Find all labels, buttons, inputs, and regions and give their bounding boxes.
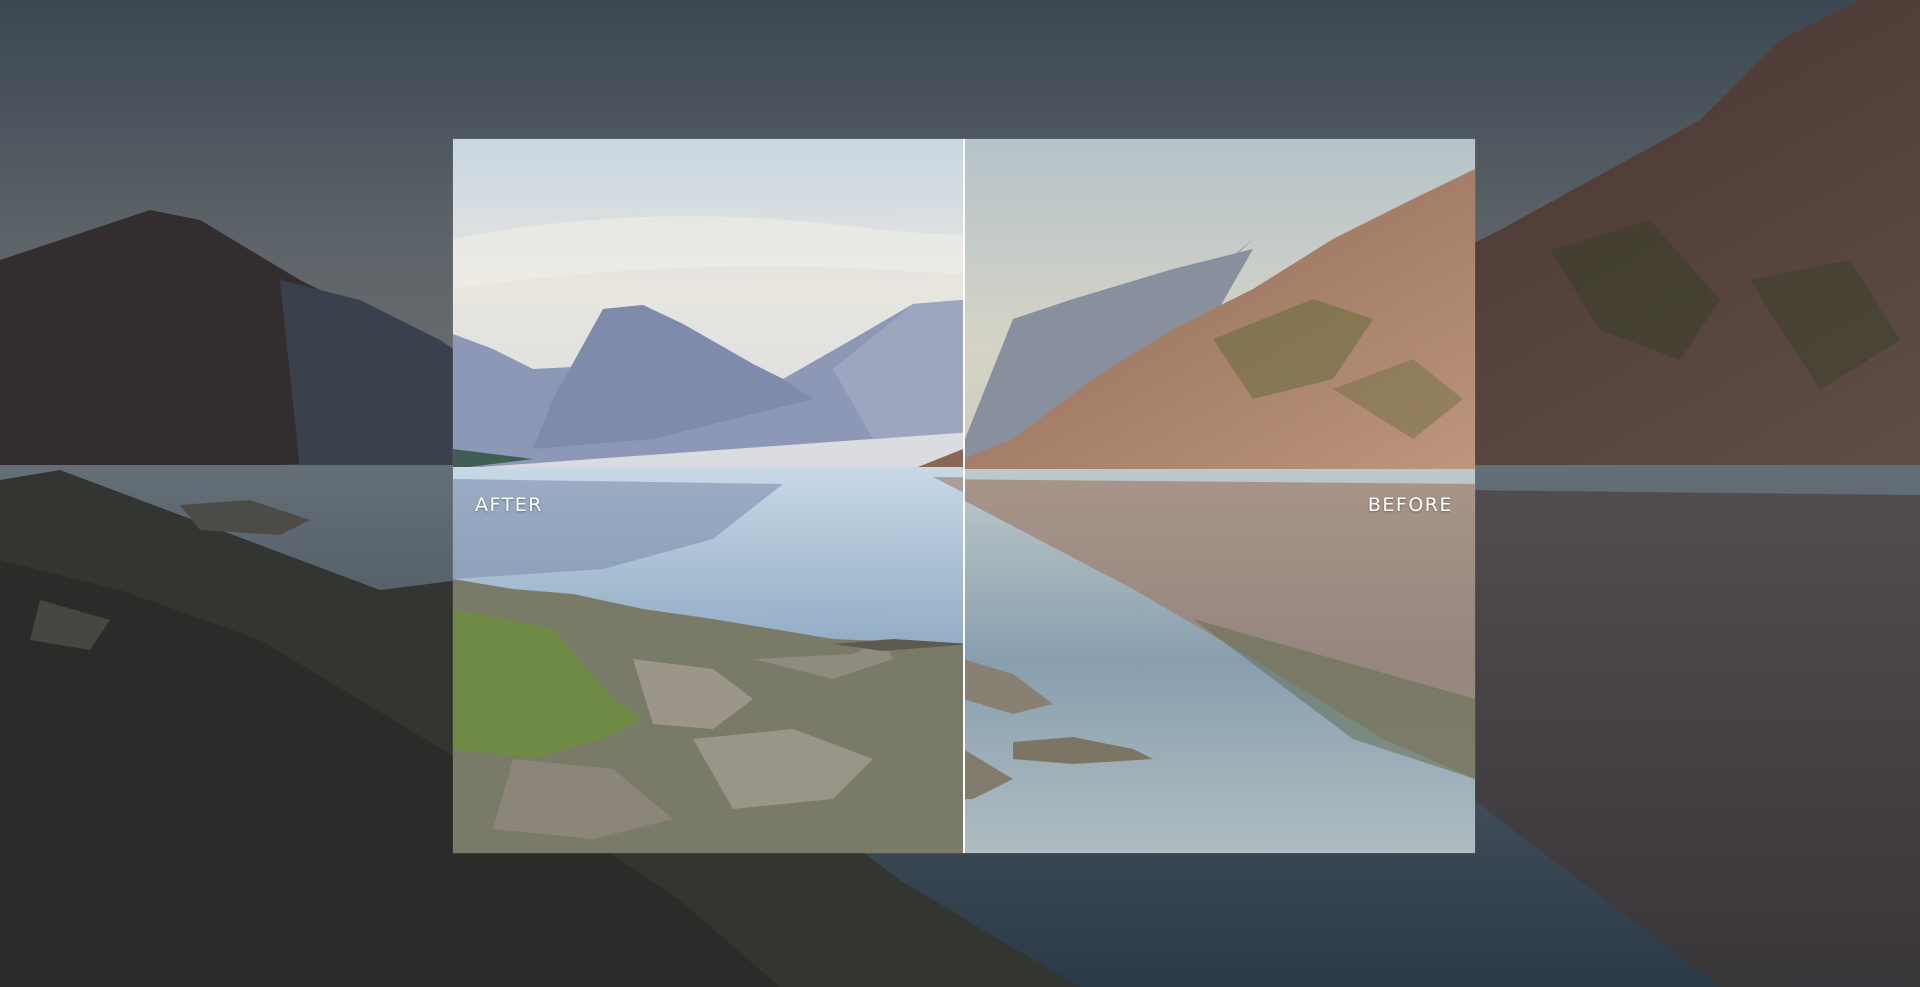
before-after-compare-window[interactable]: AFTER BEFORE <box>453 139 1475 853</box>
comparison-divider-handle[interactable] <box>963 139 965 853</box>
before-label: BEFORE <box>1367 494 1453 516</box>
after-label: AFTER <box>475 494 543 516</box>
photo-stage: AFTER BEFORE <box>0 0 1920 987</box>
